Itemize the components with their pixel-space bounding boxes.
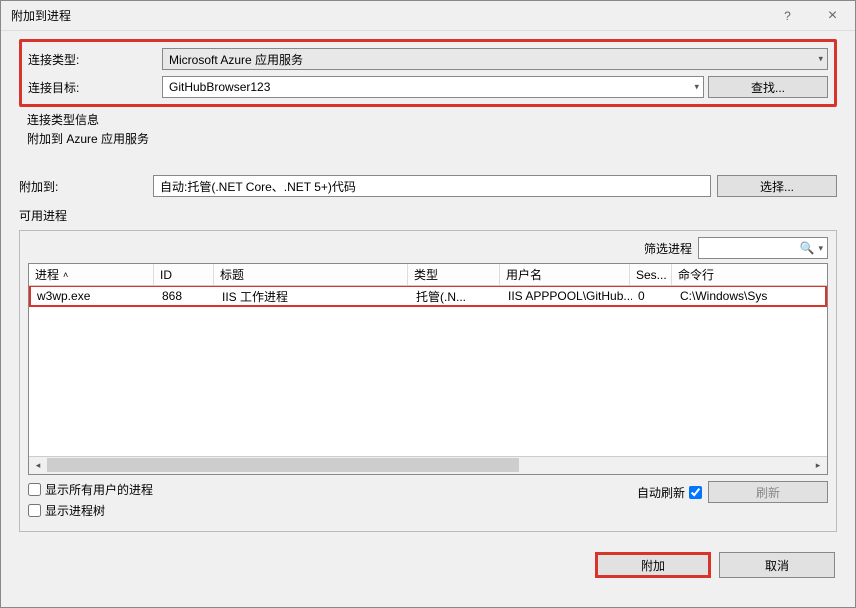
attach-button[interactable]: 附加 bbox=[595, 552, 711, 578]
connection-type-dropdown[interactable]: Microsoft Azure 应用服务 ▾ bbox=[162, 48, 828, 70]
find-button[interactable]: 查找... bbox=[708, 76, 828, 98]
chevron-down-icon: ▾ bbox=[694, 82, 699, 93]
scroll-left-icon[interactable]: ◂ bbox=[29, 457, 47, 474]
attach-to-label: 附加到: bbox=[19, 178, 153, 195]
col-title[interactable]: 标题 bbox=[214, 264, 408, 285]
process-table: 进程˄ ID 标题 类型 用户名 Ses... 命令行 w3wp.exe 868… bbox=[28, 263, 828, 475]
col-cmd[interactable]: 命令行 bbox=[672, 264, 827, 285]
col-type[interactable]: 类型 bbox=[408, 264, 500, 285]
scroll-thumb[interactable] bbox=[47, 458, 519, 472]
attach-to-process-dialog: 附加到进程 ? × 连接类型: Microsoft Azure 应用服务 ▾ 连… bbox=[0, 0, 856, 608]
horizontal-scrollbar[interactable]: ◂ ▸ bbox=[29, 456, 827, 474]
filter-label: 筛选进程 bbox=[644, 240, 692, 257]
connection-type-label: 连接类型: bbox=[28, 51, 162, 68]
close-button[interactable]: × bbox=[810, 1, 855, 31]
show-all-users-checkbox[interactable]: 显示所有用户的进程 bbox=[28, 481, 153, 498]
refresh-button[interactable]: 刷新 bbox=[708, 481, 828, 503]
cancel-button[interactable]: 取消 bbox=[719, 552, 835, 578]
connection-section: 连接类型: Microsoft Azure 应用服务 ▾ 连接目标: GitHu… bbox=[19, 39, 837, 107]
help-button[interactable]: ? bbox=[765, 1, 810, 31]
available-processes-label: 可用进程 bbox=[19, 207, 837, 224]
scroll-right-icon[interactable]: ▸ bbox=[809, 457, 827, 474]
connection-info: 连接类型信息 附加到 Azure 应用服务 bbox=[27, 111, 837, 147]
filter-input[interactable]: 🔍 ▾ bbox=[698, 237, 828, 259]
col-process[interactable]: 进程˄ bbox=[29, 264, 154, 285]
search-icon: 🔍 bbox=[800, 241, 815, 255]
titlebar: 附加到进程 ? × bbox=[1, 1, 855, 31]
table-header: 进程˄ ID 标题 类型 用户名 Ses... 命令行 bbox=[29, 264, 827, 286]
connection-target-dropdown[interactable]: GitHubBrowser123 ▾ bbox=[162, 76, 704, 98]
select-button[interactable]: 选择... bbox=[717, 175, 837, 197]
sort-asc-icon: ˄ bbox=[63, 270, 68, 280]
connection-target-label: 连接目标: bbox=[28, 79, 162, 96]
auto-refresh-checkbox[interactable]: 自动刷新 bbox=[637, 484, 702, 501]
col-user[interactable]: 用户名 bbox=[500, 264, 630, 285]
window-title: 附加到进程 bbox=[11, 7, 765, 24]
available-processes-panel: 筛选进程 🔍 ▾ 进程˄ ID 标题 类型 用户名 Ses... 命令行 bbox=[19, 230, 837, 532]
table-row[interactable]: w3wp.exe 868 IIS 工作进程 托管(.N... IIS APPPO… bbox=[29, 286, 827, 307]
attach-to-field[interactable]: 自动:托管(.NET Core、.NET 5+)代码 bbox=[153, 175, 711, 197]
chevron-down-icon: ▾ bbox=[818, 54, 823, 65]
col-id[interactable]: ID bbox=[154, 264, 214, 285]
show-process-tree-checkbox[interactable]: 显示进程树 bbox=[28, 502, 153, 519]
col-session[interactable]: Ses... bbox=[630, 264, 672, 285]
